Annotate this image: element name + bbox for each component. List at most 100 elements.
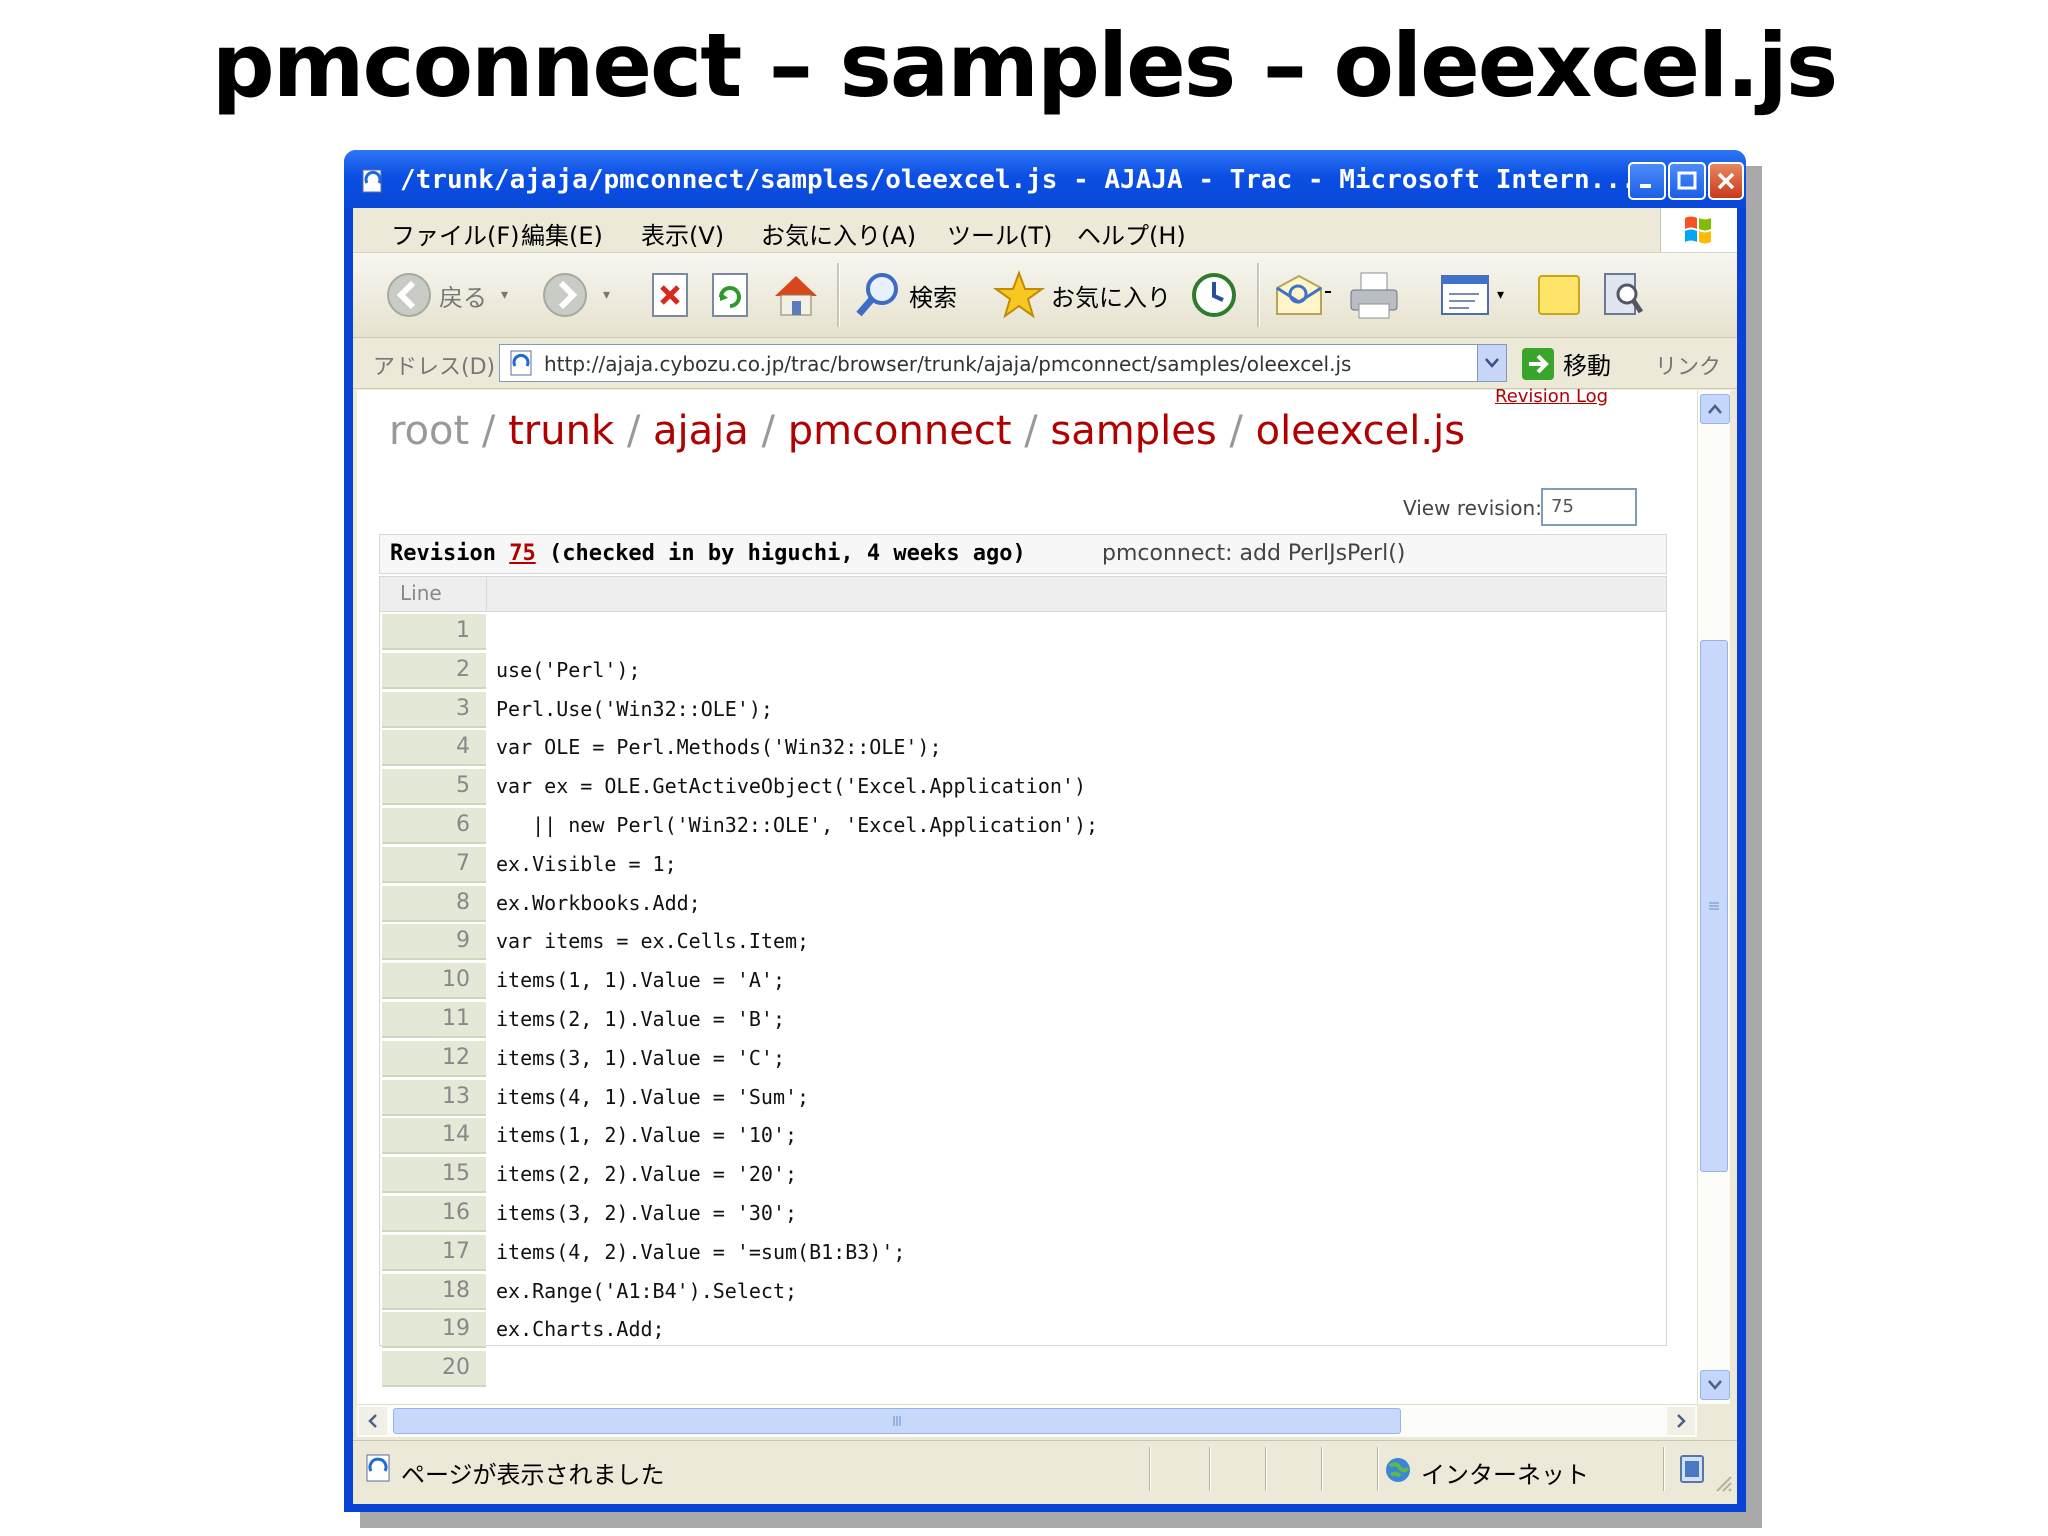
menu-view[interactable]: 表示(V) xyxy=(641,216,724,251)
code-header: Line xyxy=(380,577,1666,612)
revision-log-link[interactable]: Revision Log xyxy=(1495,386,1608,407)
revision-author-info: (checked in by higuchi, 4 weeks ago) xyxy=(535,541,1026,566)
breadcrumb-samples[interactable]: samples xyxy=(1050,408,1216,454)
line-number-link[interactable]: 9 xyxy=(382,924,486,961)
line-number-link[interactable]: 2 xyxy=(382,652,486,689)
history-button[interactable] xyxy=(1189,269,1239,321)
menu-tools[interactable]: ツール(T) xyxy=(947,216,1052,251)
line-number-link[interactable]: 19 xyxy=(382,1312,486,1349)
note-icon xyxy=(1538,275,1580,315)
code-row: 4 var OLE = Perl.Methods('Win32::OLE'); xyxy=(380,729,1666,767)
line-number-link[interactable]: 14 xyxy=(382,1118,486,1155)
resize-grip-icon[interactable] xyxy=(1713,1473,1733,1493)
vertical-scrollbar[interactable] xyxy=(1697,390,1730,1404)
discuss-button[interactable] xyxy=(1535,269,1583,321)
breadcrumb-root[interactable]: root xyxy=(389,408,469,454)
print-button[interactable] xyxy=(1347,269,1403,321)
line-number-link[interactable]: 7 xyxy=(382,846,486,883)
edit-button[interactable]: ▾ xyxy=(1439,269,1504,321)
scroll-up-button[interactable] xyxy=(1700,394,1730,424)
forward-dropdown-icon[interactable]: ▾ xyxy=(603,287,610,303)
address-dropdown-button[interactable] xyxy=(1477,345,1506,381)
favorites-button[interactable]: お気に入り xyxy=(993,269,1171,321)
ie-page-icon xyxy=(362,169,382,193)
standard-toolbar: 戻る ▾ ▾ 検索 お気に入り ▾ xyxy=(353,253,1737,338)
code-row: 19 ex.Charts.Add; xyxy=(380,1311,1666,1349)
back-button[interactable]: 戻る ▾ xyxy=(385,269,508,321)
maximize-button[interactable] xyxy=(1668,162,1706,200)
line-number-link[interactable]: 17 xyxy=(382,1234,486,1271)
breadcrumb-separator: / xyxy=(1216,408,1256,454)
horizontal-scrollbar[interactable] xyxy=(357,1404,1697,1437)
code-row: 5 var ex = OLE.GetActiveObject('Excel.App… xyxy=(380,768,1666,806)
code-text: items(3, 1).Value = 'C'; xyxy=(496,1045,785,1070)
research-button[interactable] xyxy=(1599,269,1647,321)
line-number-link[interactable]: 18 xyxy=(382,1273,486,1310)
home-button[interactable] xyxy=(771,269,821,321)
line-number-link[interactable]: 8 xyxy=(382,885,486,922)
line-number-link[interactable]: 6 xyxy=(382,808,486,844)
chevron-left-icon xyxy=(368,1414,377,1428)
vertical-scroll-thumb[interactable] xyxy=(1700,640,1728,1172)
code-text: items(4, 2).Value = '=sum(B1:B3)'; xyxy=(496,1239,906,1264)
breadcrumb-ajaja[interactable]: ajaja xyxy=(653,408,749,454)
search-button[interactable]: 検索 xyxy=(853,269,957,321)
minimize-button[interactable] xyxy=(1628,162,1666,200)
revision-number-link[interactable]: 75 xyxy=(509,541,536,566)
code-text: items(1, 2).Value = '10'; xyxy=(496,1123,798,1148)
code-text: use('Perl'); xyxy=(496,657,641,682)
go-label: 移動 xyxy=(1563,352,1611,380)
toolbar-separator xyxy=(1257,263,1260,327)
grip-icon xyxy=(1709,902,1719,910)
code-text: var OLE = Perl.Methods('Win32::OLE'); xyxy=(496,735,942,760)
code-row: 14 items(1, 2).Value = '10'; xyxy=(380,1117,1666,1155)
links-label[interactable]: リンク xyxy=(1655,349,1721,381)
code-row: 10 items(1, 1).Value = 'A'; xyxy=(380,962,1666,1000)
scroll-left-button[interactable] xyxy=(359,1407,387,1435)
line-number-link[interactable]: 3 xyxy=(382,691,486,728)
refresh-button[interactable] xyxy=(709,269,753,321)
code-row: 3 Perl.Use('Win32::OLE'); xyxy=(380,691,1666,729)
back-arrow-icon xyxy=(387,273,431,317)
browser-window: /trunk/ajaja/pmconnect/samples/oleexcel.… xyxy=(344,150,1746,1512)
menu-favorites[interactable]: お気に入り(A) xyxy=(761,216,916,251)
horizontal-scroll-thumb[interactable] xyxy=(393,1408,1401,1434)
line-number-link[interactable]: 20 xyxy=(382,1351,486,1388)
scroll-right-button[interactable] xyxy=(1667,1407,1695,1435)
line-number-link[interactable]: 15 xyxy=(382,1157,486,1194)
line-number-link[interactable]: 16 xyxy=(382,1196,486,1232)
line-number-link[interactable]: 4 xyxy=(382,730,486,767)
address-field[interactable]: http://ajaja.cybozu.co.jp/trac/browser/t… xyxy=(499,344,1507,382)
windows-logo-icon xyxy=(1660,208,1737,252)
chevron-right-icon xyxy=(1677,1414,1686,1428)
menu-edit[interactable]: 編集(E) xyxy=(521,216,603,251)
line-number-link[interactable]: 5 xyxy=(382,769,486,806)
line-number-link[interactable]: 10 xyxy=(382,963,486,1000)
forward-button[interactable]: ▾ xyxy=(541,269,610,321)
internet-zone-icon xyxy=(1386,1458,1410,1482)
line-number-link[interactable]: 11 xyxy=(382,1002,486,1038)
view-revision-input[interactable]: 75 xyxy=(1541,488,1637,526)
code-text: items(4, 1).Value = 'Sum'; xyxy=(496,1084,810,1109)
breadcrumb-file[interactable]: oleexcel.js xyxy=(1256,408,1465,454)
stop-button[interactable] xyxy=(649,269,693,321)
breadcrumb-pmconnect[interactable]: pmconnect xyxy=(788,408,1012,454)
title-bar[interactable]: /trunk/ajaja/pmconnect/samples/oleexcel.… xyxy=(344,150,1746,208)
back-dropdown-icon[interactable]: ▾ xyxy=(501,287,508,303)
menu-help[interactable]: ヘルプ(H) xyxy=(1077,216,1186,251)
line-number-link[interactable]: 1 xyxy=(382,614,486,650)
scroll-down-button[interactable] xyxy=(1700,1370,1730,1400)
breadcrumb-separator: / xyxy=(469,408,509,454)
window-title: /trunk/ajaja/pmconnect/samples/oleexcel.… xyxy=(400,165,1637,195)
edit-dropdown-icon[interactable]: ▾ xyxy=(1497,287,1504,303)
line-number-link[interactable]: 13 xyxy=(382,1079,486,1116)
close-button[interactable] xyxy=(1708,162,1744,200)
breadcrumb-trunk[interactable]: trunk xyxy=(508,408,614,454)
research-icon xyxy=(1604,273,1644,315)
code-row: 1 xyxy=(380,613,1666,651)
go-button[interactable]: 移動 xyxy=(1521,346,1611,381)
line-number-link[interactable]: 12 xyxy=(382,1040,486,1077)
mail-button[interactable] xyxy=(1273,269,1333,321)
menu-file[interactable]: ファイル(F) xyxy=(391,216,520,251)
search-label: 検索 xyxy=(909,283,957,312)
